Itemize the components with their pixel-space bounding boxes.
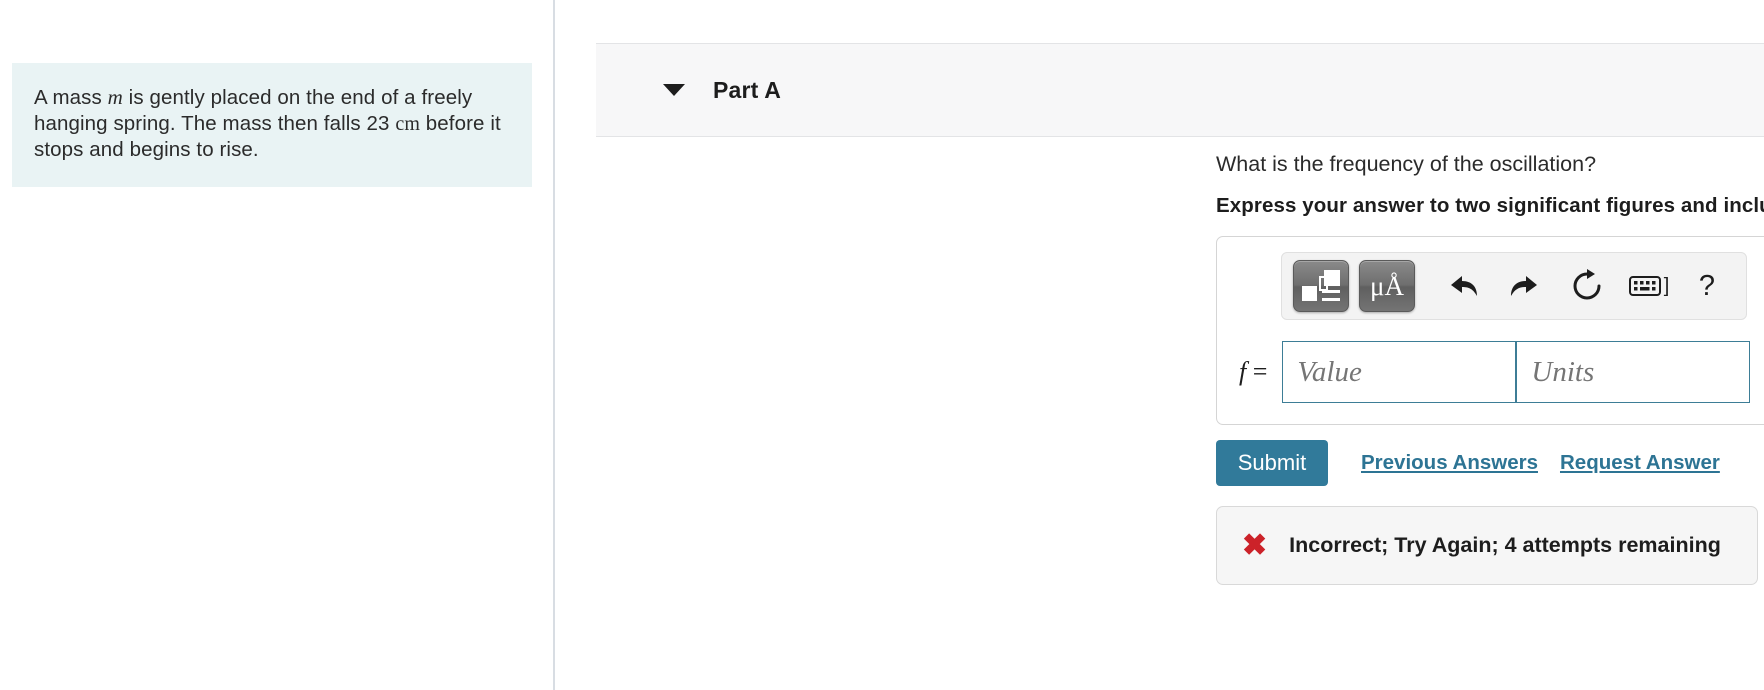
help-glyph-label: ? <box>1698 269 1716 302</box>
problem-panel: A mass m is gently placed on the end of … <box>0 0 555 690</box>
previous-answers-link[interactable]: Previous Answers <box>1361 451 1538 475</box>
answer-input-row: f = <box>1239 341 1751 403</box>
caret-down-icon[interactable] <box>663 84 685 96</box>
value-input[interactable] <box>1282 341 1517 403</box>
instruction-text: Express your answer to two significant f… <box>1216 194 1764 217</box>
reset-circular-arrow-icon[interactable] <box>1564 263 1610 309</box>
answer-variable-f: f <box>1239 357 1247 386</box>
math-template-icon[interactable] <box>1293 260 1349 312</box>
problem-variable-m: m <box>107 85 123 109</box>
problem-text-part1: A mass <box>34 86 108 109</box>
undo-arrow-icon[interactable] <box>1440 263 1486 309</box>
problem-statement-box: A mass m is gently placed on the end of … <box>12 63 532 187</box>
units-input[interactable] <box>1516 341 1751 403</box>
math-toolbar: μÅ] ? <box>1281 252 1747 320</box>
cross-mark-icon: ✖ <box>1242 528 1268 562</box>
units-icon[interactable]: μÅ <box>1359 260 1415 312</box>
request-answer-link[interactable]: Request Answer <box>1560 451 1720 475</box>
keyboard-bracket-label: ] <box>1663 274 1670 297</box>
help-icon[interactable]: ? <box>1684 263 1730 309</box>
page-root: A mass m is gently placed on the end of … <box>0 0 1764 690</box>
answer-variable-label: f = <box>1239 357 1267 387</box>
math-template-glyph <box>1302 270 1340 302</box>
template-square-bottom-left <box>1302 286 1317 301</box>
problem-unit-cm: cm <box>395 112 420 135</box>
answer-entry-panel: μÅ] ? f = Value Units <box>1216 236 1764 425</box>
template-bar-upper <box>1322 290 1340 293</box>
template-square-top-right <box>1324 270 1340 286</box>
units-glyph-label: μÅ <box>1370 270 1404 301</box>
keyboard-icon[interactable]: ] <box>1626 263 1672 309</box>
problem-statement-text: A mass m is gently placed on the end of … <box>34 85 510 163</box>
submit-row: Submit Previous Answers Request Answer <box>1216 440 1720 486</box>
feedback-box: ✖ Incorrect; Try Again; 4 attempts remai… <box>1216 506 1758 585</box>
part-title: Part A <box>713 76 782 103</box>
answer-panel-container: Part A What is the frequency of the osci… <box>555 0 1764 690</box>
template-bar-lower <box>1322 298 1340 301</box>
submit-button[interactable]: Submit <box>1216 440 1328 486</box>
feedback-message: Incorrect; Try Again; 4 attempts remaini… <box>1289 533 1721 557</box>
redo-arrow-icon[interactable] <box>1502 263 1548 309</box>
question-text: What is the frequency of the oscillation… <box>1216 152 1597 176</box>
part-header[interactable]: Part A <box>596 43 1764 137</box>
answer-equals-sign: = <box>1252 357 1268 386</box>
